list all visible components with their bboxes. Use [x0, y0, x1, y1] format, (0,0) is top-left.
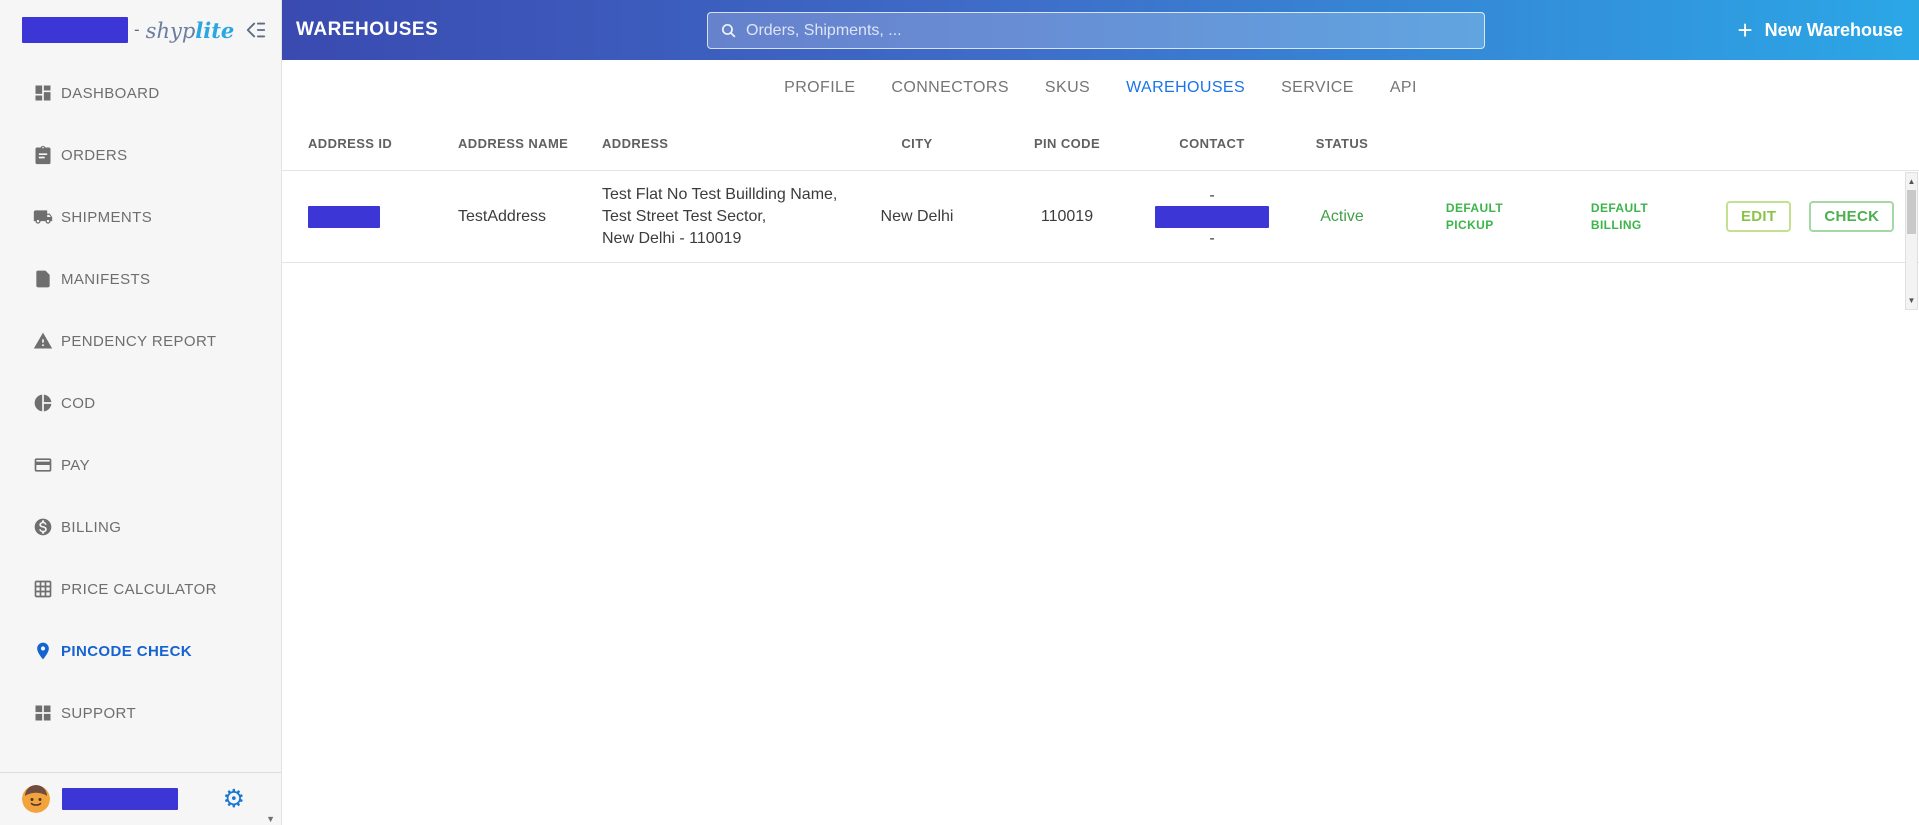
manifests-icon — [36, 270, 50, 288]
tab-skus[interactable]: SKUS — [1045, 79, 1090, 97]
address-name-value: TestAddress — [458, 207, 547, 225]
tab-api[interactable]: API — [1390, 79, 1417, 97]
city-value: New Delhi — [880, 207, 954, 225]
tab-connectors[interactable]: CONNECTORS — [891, 79, 1009, 97]
brand-logo: shyplite — [145, 17, 235, 43]
tab-profile[interactable]: PROFILE — [784, 79, 855, 97]
warning-icon — [33, 332, 53, 349]
location-pin-icon — [37, 642, 49, 660]
table-row: TestAddress Test Flat No Test Buillding … — [282, 171, 1919, 263]
sidebar-item-label: PINCODE CHECK — [61, 642, 193, 660]
sidebar-item-pendency-report[interactable]: PENDENCY REPORT — [0, 310, 281, 372]
cod-pie-icon — [34, 394, 52, 412]
sidebar-item-billing[interactable]: BILLING — [0, 496, 281, 558]
tab-warehouses[interactable]: WAREHOUSES — [1126, 79, 1245, 97]
scroll-up-icon[interactable]: ▲ — [1906, 173, 1917, 190]
sidebar-menu: DASHBOARD ORDERS SHIPMENTS MANIFESTS PEN… — [0, 60, 281, 744]
sidebar-item-pincode-check[interactable]: PINCODE CHECK — [0, 620, 281, 682]
edit-button[interactable]: EDIT — [1726, 201, 1792, 232]
table-header-row: ADDRESS ID ADDRESS NAME ADDRESS CITY PIN… — [282, 116, 1919, 171]
column-contact: CONTACT — [1179, 135, 1245, 151]
sidebar-header: - shyplite — [0, 0, 281, 60]
sidebar-item-label: MANIFESTS — [61, 270, 151, 288]
sidebar-item-label: BILLING — [61, 518, 122, 536]
redacted-contact-number — [1155, 205, 1269, 228]
page-title: WAREHOUSES — [296, 19, 439, 40]
column-pin-code: PIN CODE — [1033, 135, 1101, 151]
column-address: ADDRESS — [602, 135, 669, 151]
logo-prefix: - — [134, 20, 140, 39]
billing-dollar-icon — [34, 518, 52, 536]
search-icon — [721, 23, 736, 38]
tab-service[interactable]: SERVICE — [1281, 79, 1354, 97]
app-window: - shyplite DASHBOARD ORDERS SHIPMENTS MA… — [0, 0, 1919, 825]
scroll-down-icon[interactable]: ▼ — [1906, 292, 1917, 309]
user-avatar[interactable] — [22, 785, 50, 813]
sidebar-scroll-down-icon[interactable]: ▼ — [266, 814, 275, 824]
sidebar-item-price-calculator[interactable]: PRICE CALCULATOR — [0, 558, 281, 620]
scrollbar-thumb[interactable] — [1907, 190, 1916, 234]
check-button[interactable]: CHECK — [1809, 201, 1895, 232]
support-grid-icon — [35, 705, 51, 721]
redacted-username[interactable] — [62, 788, 178, 810]
shipments-icon — [33, 210, 53, 224]
search-input[interactable] — [746, 21, 1472, 40]
address-value: Test Flat No Test Buillding Name, Test S… — [602, 185, 838, 247]
calculator-grid-icon — [34, 580, 52, 598]
collapse-sidebar-icon[interactable] — [245, 19, 267, 41]
warehouses-table: ADDRESS ID ADDRESS NAME ADDRESS CITY PIN… — [282, 116, 1919, 263]
orders-icon — [35, 145, 51, 165]
new-warehouse-button[interactable]: + New Warehouse — [1737, 17, 1903, 43]
sidebar-item-label: COD — [61, 394, 96, 412]
sidebar-item-label: PENDENCY REPORT — [61, 332, 217, 350]
default-billing-badge: DEFAULT BILLING — [1590, 200, 1649, 232]
sidebar-item-shipments[interactable]: SHIPMENTS — [0, 186, 281, 248]
status-badge: Active — [1320, 207, 1364, 225]
tab-bar: PROFILE CONNECTORS SKUS WAREHOUSES SERVI… — [282, 60, 1919, 116]
table-scrollbar[interactable]: ▲ ▼ — [1905, 172, 1918, 310]
main-content: WAREHOUSES + New Warehouse PROFILE CONNE… — [282, 0, 1919, 825]
credit-card-icon — [34, 458, 52, 472]
sidebar-item-pay[interactable]: PAY — [0, 434, 281, 496]
sidebar-item-support[interactable]: SUPPORT — [0, 682, 281, 744]
sidebar-item-manifests[interactable]: MANIFESTS — [0, 248, 281, 310]
sidebar-item-label: SHIPMENTS — [61, 208, 153, 226]
contact-value: - - — [1155, 186, 1269, 248]
sidebar-item-label: PRICE CALCULATOR — [61, 580, 217, 598]
top-header: WAREHOUSES + New Warehouse — [282, 0, 1919, 60]
plus-icon: + — [1737, 15, 1753, 45]
column-address-id: ADDRESS ID — [308, 135, 393, 151]
redacted-account-name — [22, 17, 128, 43]
default-pickup-badge: DEFAULT PICKUP — [1445, 200, 1504, 232]
dashboard-icon — [35, 85, 51, 101]
sidebar-item-label: SUPPORT — [61, 704, 137, 722]
search-box[interactable] — [707, 12, 1485, 49]
sidebar-item-label: DASHBOARD — [61, 84, 160, 102]
column-status: STATUS — [1315, 135, 1369, 151]
sidebar-item-cod[interactable]: COD — [0, 372, 281, 434]
new-warehouse-label: New Warehouse — [1764, 19, 1903, 40]
column-city: CITY — [901, 135, 933, 151]
sidebar-item-orders[interactable]: ORDERS — [0, 124, 281, 186]
redacted-address-id — [308, 205, 380, 228]
pin-code-value: 110019 — [1040, 207, 1094, 225]
gear-icon[interactable]: ⚙ — [223, 786, 245, 812]
column-address-name: ADDRESS NAME — [458, 135, 569, 151]
sidebar-item-label: ORDERS — [61, 146, 128, 164]
sidebar-item-label: PAY — [61, 456, 90, 474]
sidebar: - shyplite DASHBOARD ORDERS SHIPMENTS MA… — [0, 0, 282, 825]
sidebar-item-dashboard[interactable]: DASHBOARD — [0, 62, 281, 124]
sidebar-footer: ⚙ — [0, 772, 281, 825]
